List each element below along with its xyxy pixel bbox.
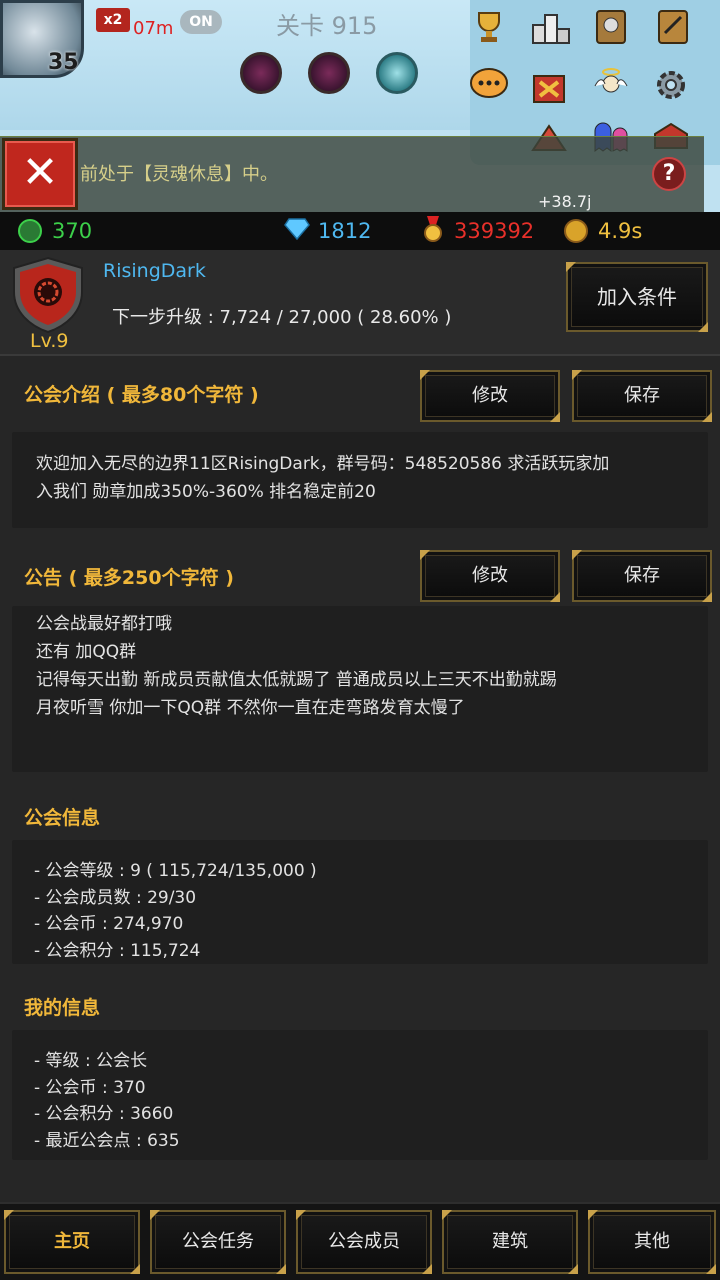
gear-icon[interactable] [648, 62, 694, 108]
gain-rate: +38.7j [538, 192, 592, 211]
guild-info-level: - 公会等级 : 9 ( 115,724/135,000 ) [34, 861, 317, 881]
nav-home-tab[interactable]: 主页 [4, 1210, 140, 1274]
auto-toggle[interactable]: ON [180, 10, 222, 34]
guild-coin-value: 370 [52, 219, 93, 243]
guild-name: RisingDark [103, 260, 206, 282]
trophy-icon[interactable] [466, 4, 512, 50]
skill-orb-2-icon[interactable] [308, 52, 350, 94]
my-info-title: 我的信息 [24, 997, 101, 1019]
gold-rate-value: 4.9s [598, 219, 643, 243]
my-info-rank: - 等级 : 公会长 [34, 1051, 148, 1071]
medal-value: 339392 [454, 219, 535, 243]
close-button[interactable]: ✕ [2, 138, 78, 210]
help-button[interactable]: ? [652, 157, 686, 191]
notice-text: 前处于【灵魂休息】中。 [80, 164, 278, 185]
skill-orb-3-icon[interactable] [376, 52, 418, 94]
announcement-line-2: 还有 加QQ群 [36, 642, 137, 662]
player-level: 35 [48, 50, 79, 75]
announcement-title: 公告 ( 最多250个字符 ) [24, 567, 234, 589]
skill-orb-1-icon[interactable] [240, 52, 282, 94]
guild-coin-currency: 370 [18, 212, 92, 250]
nav-guild-quests-tab[interactable]: 公会任务 [150, 1210, 286, 1274]
guild-info-coins: - 公会币 : 274,970 [34, 914, 184, 934]
diamond-value: 1812 [318, 219, 372, 243]
nav-guild-members-tab[interactable]: 公会成员 [296, 1210, 432, 1274]
gold-currency: 4.9s [564, 212, 642, 250]
nav-other-tab[interactable]: 其他 [588, 1210, 716, 1274]
diamond-icon [284, 217, 310, 245]
announcement-line-4: 月夜听雪 你加一下QQ群 不然你一直在走弯路发育太慢了 [36, 698, 465, 718]
quest-book-icon[interactable] [650, 4, 696, 50]
currency-bar: 370 1812 339392 4.9s [0, 212, 720, 250]
guild-emblem-icon [8, 256, 88, 334]
chat-icon[interactable] [466, 62, 512, 108]
guild-coin-icon [18, 219, 42, 243]
book-icon[interactable] [588, 4, 634, 50]
intro-line-1: 欢迎加入无尽的边界11区RisingDark，群号码：548520586 求活跃… [36, 454, 610, 474]
my-info-coins: - 公会币 : 370 [34, 1078, 146, 1098]
announcement-line-3: 记得每天出勤 新成员贡献值太低就踢了 普通成员以上三天不出勤就踢 [36, 670, 557, 690]
announcement-save-button[interactable]: 保存 [572, 550, 712, 602]
podium-icon[interactable] [528, 4, 574, 50]
gold-coin-icon [564, 219, 588, 243]
medal-currency: 339392 [422, 212, 534, 250]
diamond-currency: 1812 [284, 212, 371, 250]
join-conditions-button[interactable]: 加入条件 [566, 262, 708, 332]
my-info-points: - 公会积分 : 3660 [34, 1104, 174, 1124]
intro-save-button[interactable]: 保存 [572, 370, 712, 422]
game-hud: 35 x2 07m ON 关卡 915 前处于【灵魂休息】中。 ? +38.7j… [0, 0, 720, 212]
announcement-edit-button[interactable]: 修改 [420, 550, 560, 602]
guild-info-members: - 公会成员数 : 29/30 [34, 888, 197, 908]
guild-info-points: - 公会积分 : 115,724 [34, 941, 201, 961]
guild-level: Lv.9 [30, 330, 69, 352]
nav-buildings-tab[interactable]: 建筑 [442, 1210, 578, 1274]
shop-icon[interactable] [526, 62, 572, 108]
guild-info-title: 公会信息 [24, 807, 101, 829]
intro-title: 公会介绍 ( 最多80个字符 ) [24, 384, 259, 406]
medal-icon [422, 215, 444, 248]
intro-line-2: 入我们 勋章加成350%-360% 排名稳定前20 [36, 482, 376, 502]
next-level-progress: 下一步升级 : 7,724 / 27,000 ( 28.60% ) [112, 307, 452, 328]
announcement-line-1: 公会战最好都打哦 [36, 614, 172, 634]
stage-label: 关卡 915 [276, 12, 378, 40]
speed-badge[interactable]: x2 [96, 8, 130, 32]
angel-icon[interactable] [588, 62, 634, 108]
intro-edit-button[interactable]: 修改 [420, 370, 560, 422]
distance-readout: 07m [133, 18, 174, 39]
my-info-recent-points: - 最近公会点 : 635 [34, 1131, 180, 1151]
